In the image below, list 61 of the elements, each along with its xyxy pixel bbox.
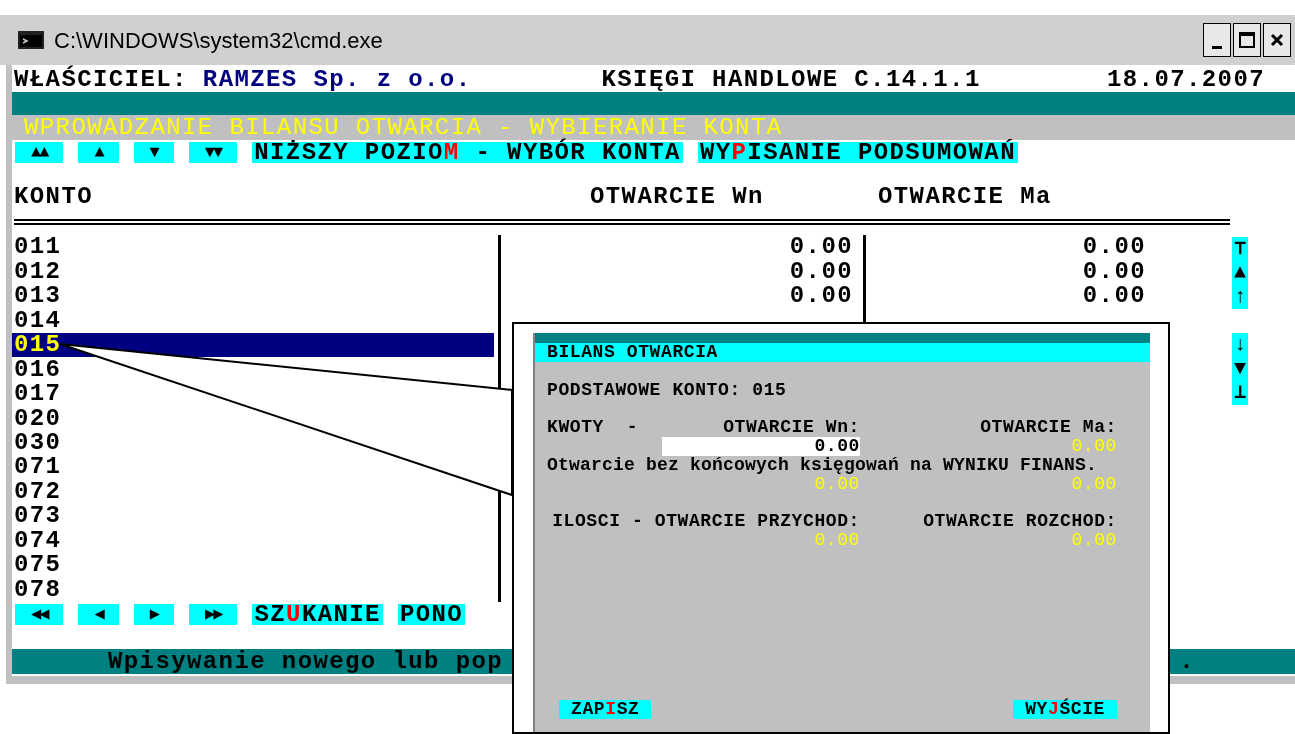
column-header: KONTO [14,185,94,209]
owner-label: WŁAŚCICIEL: [14,67,188,92]
dialog-button[interactable]: ZAPISZ [559,700,652,719]
arrow-key-button[interactable]: ▲ [78,142,119,163]
input-field[interactable]: 0.00 [662,437,860,456]
arrow-key-button[interactable]: ◀ [78,604,119,625]
account-cell[interactable]: 013 [12,284,494,309]
arrow-key-button[interactable]: ▼ [133,142,174,163]
amount-cell: 0.00 [1082,259,1146,284]
scroll-down-button[interactable]: ↓ ▼ ⊥ [1232,333,1248,405]
maximize-button[interactable] [1233,23,1261,57]
owner-name: RAMZES Sp. z o.o. [202,67,472,92]
amount-cell: 0.00 [1082,284,1146,309]
column-header: OTWARCIE Wn [590,185,765,209]
arrow-key-button[interactable]: ◀◀ [15,604,64,625]
field-value: 0.00 [1071,437,1117,456]
scroll-up-button[interactable]: ⊤ ▲ ↑ [1232,237,1248,309]
field-label: OTWARCIE Ma: [980,418,1117,437]
command-key-button[interactable]: SZUKANIE [252,604,383,625]
command-key-button[interactable]: PONO [397,604,466,625]
account-cell[interactable]: 074 [12,528,494,553]
arrow-key-button[interactable]: ▶▶ [189,604,238,625]
account-cell[interactable]: 011 [12,235,494,260]
field-value: 0.00 [814,531,860,550]
dialog-title: BILANS OTWARCIA [547,343,719,362]
window-title: C:\WINDOWS\system32\cmd.exe [54,26,383,55]
field-label: OTWARCIE ROZCHOD: [923,512,1117,531]
arrow-key-button[interactable]: ▼▼ [188,142,238,163]
dialog-button[interactable]: WYJŚCIE [1013,700,1117,719]
program-name: KSIĘGI HANDLOWE C.14.1.1 [601,67,981,92]
account-cell[interactable]: 012 [12,259,494,284]
account-cell[interactable]: 015 [12,333,494,358]
close-button[interactable] [1263,23,1291,57]
minimize-icon [1212,45,1222,49]
arrow-key-button[interactable]: ▶ [133,604,174,625]
amount-cell: 0.00 [789,235,853,260]
account-cell[interactable]: 073 [12,504,494,529]
account-cell[interactable]: 075 [12,553,494,578]
field-label: OTWARCIE Wn: [723,418,860,437]
arrow-key-button[interactable]: ▲▲ [15,142,64,163]
amount-cell: 0.00 [789,259,853,284]
note-text: Otwarcie bez końcowych księgowań na WYNIKU FINANS. [547,456,1099,475]
field-value: 0.00 [814,475,860,494]
field-label: ILOSCI - OTWARCIE PRZYCHOD: [552,512,860,531]
console-icon [18,31,44,49]
amounts-label: KWOTY - [547,418,639,437]
account-cell[interactable]: 078 [12,577,494,602]
minimize-button[interactable] [1203,23,1231,57]
amount-cell: 0.00 [1082,235,1146,260]
column-header: OTWARCIE Ma [878,185,1052,209]
maximize-icon [1239,32,1255,48]
amount-cell: 0.00 [789,284,853,309]
close-icon [1270,33,1284,47]
date: 18.07.2007 [1106,67,1265,92]
status-text: Wpisywanie nowego lub pop [108,649,504,674]
field-value: 0.00 [1071,475,1117,494]
account-cell[interactable]: 072 [12,479,494,504]
account-line: PODSTAWOWE KONTO: 015 [547,381,788,400]
field-value: 0.00 [1071,531,1117,550]
account-cell[interactable]: 014 [12,308,494,333]
status-text: . [1179,649,1195,674]
